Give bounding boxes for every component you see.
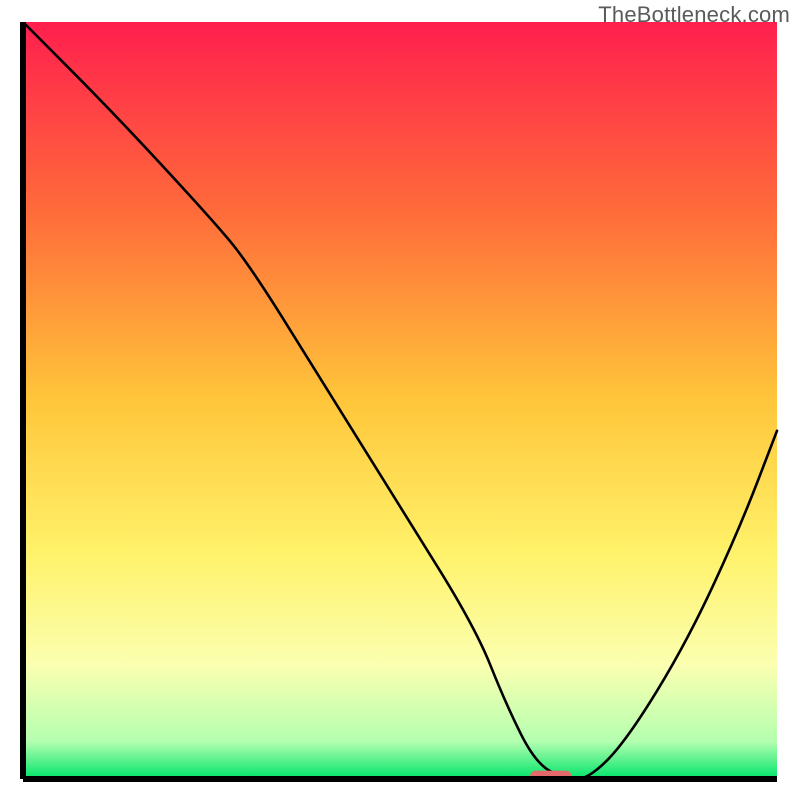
chart-container: TheBottleneck.com	[0, 0, 800, 800]
plot-area	[20, 22, 780, 782]
chart-svg	[20, 22, 780, 782]
gradient-background	[23, 22, 777, 779]
watermark-text: TheBottleneck.com	[598, 2, 790, 28]
